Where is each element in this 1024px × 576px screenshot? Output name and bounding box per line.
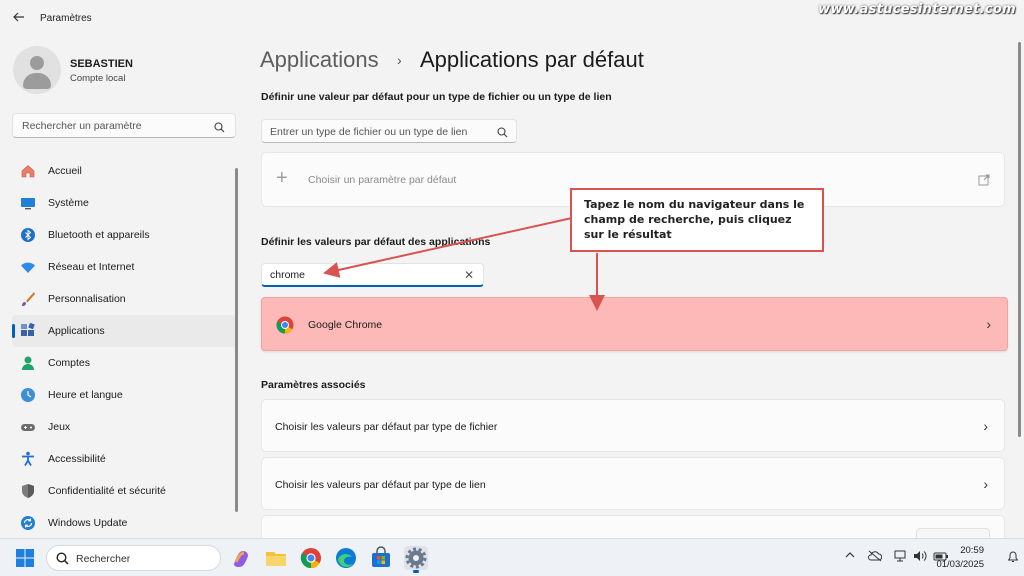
sidebar-item-label: Windows Update bbox=[48, 517, 128, 529]
sidebar-item-jeux[interactable]: Jeux bbox=[12, 411, 236, 443]
main-scrollbar[interactable] bbox=[1018, 42, 1021, 437]
watermark: www.astucesinternet.com bbox=[818, 2, 1016, 17]
sidebar-item-label: Applications bbox=[48, 325, 105, 337]
system-icon bbox=[20, 195, 36, 211]
settings-gear-icon[interactable] bbox=[404, 546, 428, 573]
app-search-input[interactable]: chrome ✕ bbox=[261, 263, 484, 287]
wifi-icon bbox=[20, 259, 36, 275]
sidebar-item-applications[interactable]: Applications bbox=[12, 315, 236, 347]
onedrive-off-icon[interactable] bbox=[868, 550, 883, 565]
clock[interactable]: 20:59 01/03/2025 bbox=[936, 544, 984, 572]
clear-icon[interactable]: ✕ bbox=[464, 268, 474, 282]
related-item-label: Choisir les valeurs par défaut par type … bbox=[275, 421, 498, 433]
breadcrumb-separator: › bbox=[397, 52, 402, 68]
store-icon[interactable] bbox=[369, 546, 393, 570]
update-icon bbox=[20, 515, 36, 531]
open-external-icon bbox=[978, 173, 990, 191]
sidebar-item-personnalisation[interactable]: Personnalisation bbox=[12, 283, 236, 315]
gamepad-icon bbox=[20, 419, 36, 435]
taskbar-search[interactable]: Rechercher bbox=[46, 545, 221, 571]
search-placeholder: Rechercher un paramètre bbox=[22, 120, 142, 132]
bluetooth-icon bbox=[20, 227, 36, 243]
chrome-taskbar-icon[interactable] bbox=[299, 546, 323, 570]
sidebar-scrollbar[interactable] bbox=[235, 168, 238, 512]
sidebar-item-label: Accueil bbox=[48, 165, 82, 177]
sidebar-item-systeme[interactable]: Système bbox=[12, 187, 236, 219]
plus-icon: + bbox=[276, 167, 288, 189]
taskbar: Rechercher 20:59 01/03/2025 bbox=[0, 538, 1024, 576]
chrome-logo-icon bbox=[276, 316, 294, 339]
user-name: SEBASTIEN bbox=[70, 58, 133, 70]
home-icon bbox=[20, 163, 36, 179]
avatar[interactable] bbox=[13, 46, 61, 94]
sidebar-item-accueil[interactable]: Accueil bbox=[12, 155, 236, 187]
settings-search-input[interactable]: Rechercher un paramètre bbox=[12, 113, 236, 138]
active-app-indicator bbox=[413, 570, 419, 573]
google-chrome-result[interactable]: Google Chrome › bbox=[261, 297, 1008, 351]
active-indicator bbox=[12, 324, 15, 338]
file-type-search-input[interactable]: Entrer un type de fichier ou un type de … bbox=[261, 119, 517, 143]
sidebar-item-label: Système bbox=[48, 197, 89, 209]
edge-icon[interactable] bbox=[334, 546, 358, 570]
sidebar-item-accessibilite[interactable]: Accessibilité bbox=[12, 443, 236, 475]
person-icon bbox=[20, 355, 36, 371]
related-item-label: Choisir les valeurs par défaut par type … bbox=[275, 479, 486, 491]
sidebar-item-reseau[interactable]: Réseau et Internet bbox=[12, 251, 236, 283]
copilot-icon[interactable] bbox=[229, 546, 253, 570]
chevron-up-icon[interactable] bbox=[845, 550, 855, 563]
sidebar-item-confidentialite[interactable]: Confidentialité et sécurité bbox=[12, 475, 236, 507]
clock-time: 20:59 bbox=[960, 545, 984, 556]
chevron-right-icon: › bbox=[983, 418, 988, 434]
volume-icon[interactable] bbox=[913, 550, 927, 565]
sidebar-item-label: Réseau et Internet bbox=[48, 261, 135, 273]
account-type: Compte local bbox=[70, 73, 126, 84]
title-bar: Paramètres www.astucesinternet.com bbox=[0, 0, 1024, 38]
file-type-search-placeholder: Entrer un type de fichier ou un type de … bbox=[270, 126, 468, 138]
sidebar-item-label: Jeux bbox=[48, 421, 71, 433]
choose-default-label: Choisir un paramètre par défaut bbox=[308, 174, 457, 186]
app-search-value: chrome bbox=[270, 269, 306, 281]
related-item-file-type[interactable]: Choisir les valeurs par défaut par type … bbox=[261, 399, 1005, 452]
related-item-link-type[interactable]: Choisir les valeurs par défaut par type … bbox=[261, 457, 1005, 510]
chevron-right-icon: › bbox=[983, 476, 988, 492]
file-type-section-title: Définir une valeur par défaut pour un ty… bbox=[261, 91, 612, 103]
sidebar-item-label: Heure et langue bbox=[48, 389, 123, 401]
sidebar-item-heure-langue[interactable]: Heure et langue bbox=[12, 379, 236, 411]
apps-icon bbox=[20, 322, 36, 339]
search-icon bbox=[56, 552, 69, 570]
annotation-callout: Tapez le nom du navigateur dans le champ… bbox=[570, 188, 824, 252]
back-arrow-icon[interactable] bbox=[12, 10, 28, 26]
sidebar-item-label: Comptes bbox=[48, 357, 91, 369]
partial-button[interactable] bbox=[916, 528, 990, 538]
clock-globe-icon bbox=[20, 387, 36, 403]
notification-icon[interactable] bbox=[1007, 551, 1019, 566]
page-title: Applications par défaut bbox=[420, 47, 644, 72]
sidebar-item-windows-update[interactable]: Windows Update bbox=[12, 507, 236, 539]
accessibility-icon bbox=[20, 451, 36, 467]
search-icon[interactable] bbox=[497, 125, 508, 143]
sidebar-nav: Accueil Système Bluetooth et appareils R… bbox=[12, 155, 236, 539]
window-title: Paramètres bbox=[40, 13, 92, 24]
related-item-partial[interactable] bbox=[261, 515, 1005, 538]
sidebar-item-comptes[interactable]: Comptes bbox=[12, 347, 236, 379]
taskbar-search-placeholder: Rechercher bbox=[76, 553, 131, 565]
apps-section-title: Définir les valeurs par défaut des appli… bbox=[261, 236, 491, 248]
sidebar-item-label: Accessibilité bbox=[48, 453, 106, 465]
related-section-title: Paramètres associés bbox=[261, 379, 366, 391]
sidebar-item-bluetooth[interactable]: Bluetooth et appareils bbox=[12, 219, 236, 251]
file-explorer-icon[interactable] bbox=[264, 546, 288, 570]
sidebar-item-label: Bluetooth et appareils bbox=[48, 229, 150, 241]
chrome-result-label: Google Chrome bbox=[308, 319, 383, 331]
search-icon[interactable] bbox=[214, 120, 225, 138]
sidebar-item-label: Personnalisation bbox=[48, 293, 126, 305]
chevron-right-icon: › bbox=[986, 316, 991, 332]
sidebar-item-label: Confidentialité et sécurité bbox=[48, 485, 166, 497]
shield-icon bbox=[20, 483, 36, 499]
clock-date: 01/03/2025 bbox=[936, 559, 984, 570]
windows-start-icon[interactable] bbox=[15, 548, 35, 568]
brush-icon bbox=[20, 291, 36, 307]
breadcrumb-parent[interactable]: Applications bbox=[260, 47, 379, 73]
annotation-text: Tapez le nom du navigateur dans le champ… bbox=[584, 198, 805, 241]
network-icon[interactable] bbox=[893, 550, 907, 565]
